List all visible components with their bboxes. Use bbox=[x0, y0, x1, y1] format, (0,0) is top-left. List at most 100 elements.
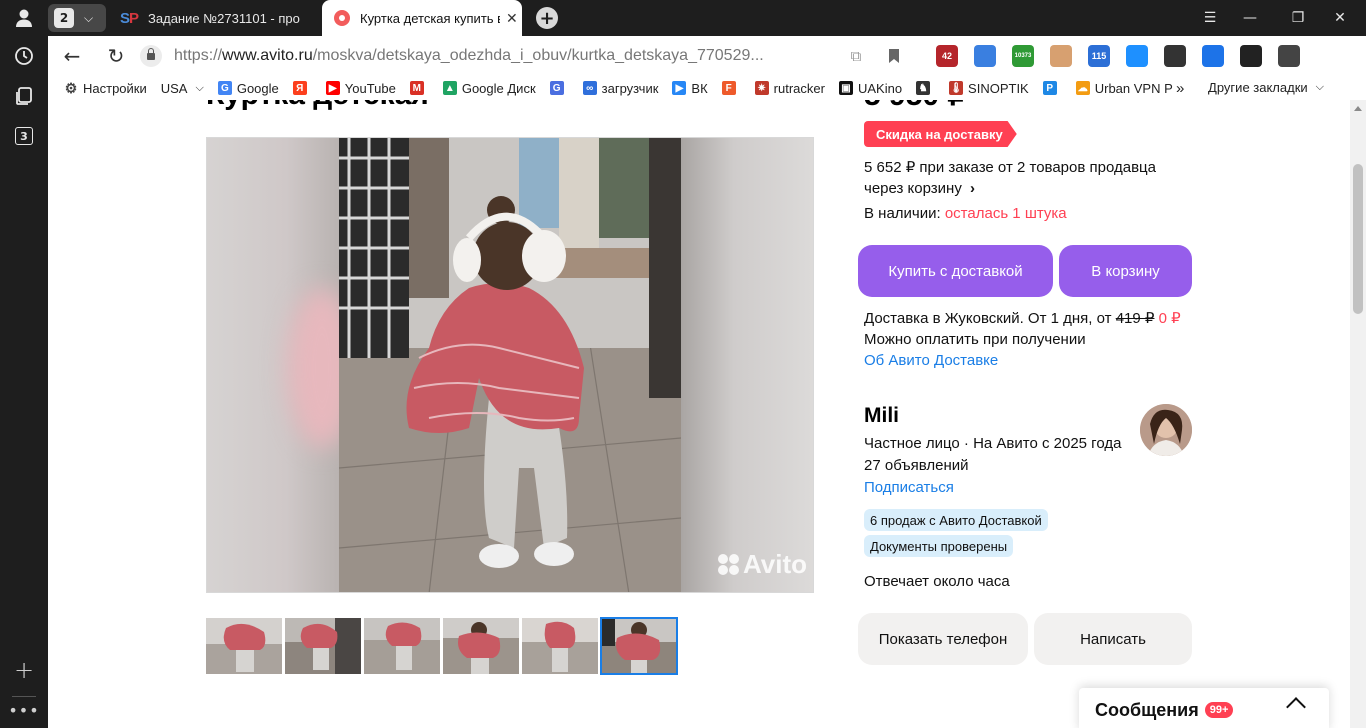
tab-avito-active[interactable]: Куртка детская купить в ✕ bbox=[322, 0, 522, 36]
messages-label: Сообщения bbox=[1095, 699, 1199, 720]
bookmark-google-диск[interactable]: ▲ Google Диск bbox=[442, 80, 536, 96]
bookmark-uakino[interactable]: ▣ UAKino bbox=[838, 81, 902, 96]
other-bookmarks-label: Другие закладки bbox=[1208, 80, 1308, 95]
seller-type-since: Частное лицо · На Авито с 2025 года bbox=[864, 435, 1122, 452]
docs-ext-icon[interactable] bbox=[1240, 45, 1262, 67]
add-to-cart-button[interactable]: В корзину bbox=[1059, 245, 1192, 297]
bookmark-icon-10[interactable]: F bbox=[721, 81, 741, 95]
bundle-price-link[interactable]: через корзину › bbox=[864, 180, 975, 197]
bookmark-google[interactable]: G Google bbox=[217, 81, 279, 96]
close-window-icon[interactable]: ✕ bbox=[1320, 0, 1360, 36]
bookmark-icon-3[interactable]: Я bbox=[292, 81, 312, 95]
seller-avatar[interactable] bbox=[1140, 404, 1192, 456]
bookmark-label: Настройки bbox=[83, 80, 147, 96]
bookmark-icon: F bbox=[721, 81, 736, 95]
chevron-right-icon: › bbox=[970, 180, 976, 197]
minimize-icon[interactable]: — bbox=[1230, 0, 1270, 36]
thumbnail-1[interactable] bbox=[206, 618, 282, 674]
menu-icon[interactable]: ☰ bbox=[1190, 0, 1230, 36]
buy-with-delivery-button[interactable]: Купить с доставкой bbox=[858, 245, 1053, 297]
bookmark-label: Google Диск bbox=[461, 80, 536, 96]
bookmark-icon: ♞ bbox=[916, 81, 931, 95]
main-photo[interactable]: Avito bbox=[206, 137, 814, 593]
bookmark-icon-13[interactable]: ♞ bbox=[916, 81, 935, 95]
add-panel-icon[interactable]: + bbox=[12, 656, 36, 684]
show-phone-button[interactable]: Показать телефон bbox=[858, 613, 1028, 665]
face-ext-icon[interactable] bbox=[1050, 45, 1072, 67]
profile-icon[interactable] bbox=[12, 6, 36, 30]
restore-icon[interactable]: ❐ bbox=[1278, 0, 1318, 36]
bookmark-icon[interactable] bbox=[882, 44, 906, 68]
messages-panel[interactable]: Сообщения 99+ bbox=[1079, 688, 1329, 728]
bookmark-вк[interactable]: ▶ ВК bbox=[672, 81, 708, 96]
bookmark-icon: P bbox=[1042, 81, 1057, 95]
bookmark-label: SINOPTIK bbox=[968, 80, 1029, 96]
scroll-up-icon[interactable] bbox=[1354, 106, 1362, 111]
write-message-button[interactable]: Написать bbox=[1034, 613, 1192, 665]
bookmark-urban-vpn-p[interactable]: ☁ Urban VPN P bbox=[1075, 81, 1173, 96]
seller-name[interactable]: Mili bbox=[864, 404, 899, 428]
history-icon[interactable] bbox=[12, 44, 36, 68]
delivery-prefix: Доставка в Жуковский. От 1 дня, от bbox=[864, 310, 1112, 327]
bookmark-icon: ▶ bbox=[672, 81, 687, 95]
availability-value: осталась 1 штука bbox=[944, 205, 1067, 222]
delivery-new-price: 0 ₽ bbox=[1158, 310, 1181, 327]
delivery-old-price: 419 ₽ bbox=[1115, 310, 1155, 327]
scrollbar-thumb[interactable] bbox=[1353, 164, 1363, 314]
new-tab-button[interactable]: + bbox=[536, 7, 558, 29]
reload-icon[interactable]: ↻ bbox=[104, 44, 128, 68]
bookmark-icon: ▣ bbox=[838, 81, 853, 95]
avito-favicon-icon bbox=[334, 10, 350, 26]
bookmark-youtube[interactable]: ▶ YouTube bbox=[325, 81, 396, 96]
bookmark-icon: Я bbox=[292, 81, 307, 95]
tab-counter-label: 3 bbox=[15, 127, 33, 145]
thumbnail-4[interactable] bbox=[443, 618, 519, 674]
bookmark-sinoptik[interactable]: 🌡 SINOPTIK bbox=[949, 81, 1029, 96]
messages-count-badge: 99+ bbox=[1204, 702, 1234, 718]
tabs-copy-icon[interactable]: ⧉ bbox=[844, 44, 868, 68]
dark-ext-icon[interactable] bbox=[1164, 45, 1186, 67]
tab-task[interactable]: SP Задание №2731101 - про bbox=[120, 0, 320, 36]
calendar-ext-icon[interactable]: 115 bbox=[1088, 45, 1110, 67]
counter-icon[interactable]: 10373 bbox=[1012, 45, 1034, 67]
puzzle-ext-icon[interactable] bbox=[1278, 45, 1300, 67]
sp-favicon-icon: SP bbox=[120, 9, 139, 27]
url-field[interactable]: https://www.avito.ru/moskva/detskaya_ode… bbox=[140, 40, 900, 72]
bookmark-rutracker[interactable]: ✷ rutracker bbox=[754, 81, 825, 96]
diamond-ext-icon[interactable] bbox=[1126, 45, 1148, 67]
more-bookmarks-icon[interactable]: » bbox=[1176, 80, 1184, 97]
thumbnail-2[interactable] bbox=[285, 618, 361, 674]
photo-blur-right bbox=[681, 138, 813, 592]
bundle-price-line2: через корзину bbox=[864, 180, 962, 197]
thumbnail-3[interactable] bbox=[364, 618, 440, 674]
bookmark-icon-15[interactable]: P bbox=[1042, 81, 1062, 95]
collections-icon[interactable] bbox=[12, 84, 36, 108]
download-ext-icon[interactable] bbox=[1202, 45, 1224, 67]
about-delivery-link[interactable]: Об Авито Доставке bbox=[864, 352, 998, 369]
thumbnail-6-selected[interactable] bbox=[600, 617, 678, 675]
bookmark-icon-7[interactable]: G bbox=[549, 81, 569, 95]
bookmark-icon-5[interactable]: M bbox=[409, 81, 429, 95]
thumbnail-5[interactable] bbox=[522, 618, 598, 674]
back-arrow-icon[interactable]: ← bbox=[60, 44, 84, 68]
other-bookmarks-folder[interactable]: Другие закладки ⌵ bbox=[1208, 80, 1324, 95]
globe-vpn-icon[interactable] bbox=[974, 45, 996, 67]
bookmark-загрузчик[interactable]: ∞ загрузчик bbox=[582, 81, 658, 96]
tab-bar: 2 ⌵ SP Задание №2731101 - про Куртка дет… bbox=[48, 0, 1366, 36]
bookmark-настройки[interactable]: ⚙ Настройки bbox=[64, 80, 147, 96]
tab-counter-icon[interactable]: 3 bbox=[12, 124, 36, 148]
tab-group-button[interactable]: 2 ⌵ bbox=[48, 4, 106, 32]
more-icon[interactable]: ••• bbox=[8, 698, 38, 722]
page-content: Куртка детская 5 950 ₽ bbox=[48, 100, 1350, 728]
adblock-icon[interactable]: 42 bbox=[936, 45, 958, 67]
bookmark-usa[interactable]: USA ⌵ bbox=[161, 81, 204, 96]
lock-icon[interactable] bbox=[140, 45, 162, 67]
seller-ads-count[interactable]: 27 объявлений bbox=[864, 457, 969, 474]
url-scheme: https:// bbox=[174, 47, 223, 64]
chevron-up-icon[interactable] bbox=[1286, 697, 1306, 717]
close-tab-icon[interactable]: ✕ bbox=[506, 10, 518, 27]
page-scrollbar[interactable] bbox=[1350, 100, 1366, 728]
bookmarks-bar: ⚙ Настройки USA ⌵ G Google Я ▶ YouTube M ▲ Google Д… bbox=[48, 76, 1366, 100]
subscribe-link[interactable]: Подписаться bbox=[864, 479, 954, 496]
watermark-text: Avito bbox=[742, 549, 807, 579]
